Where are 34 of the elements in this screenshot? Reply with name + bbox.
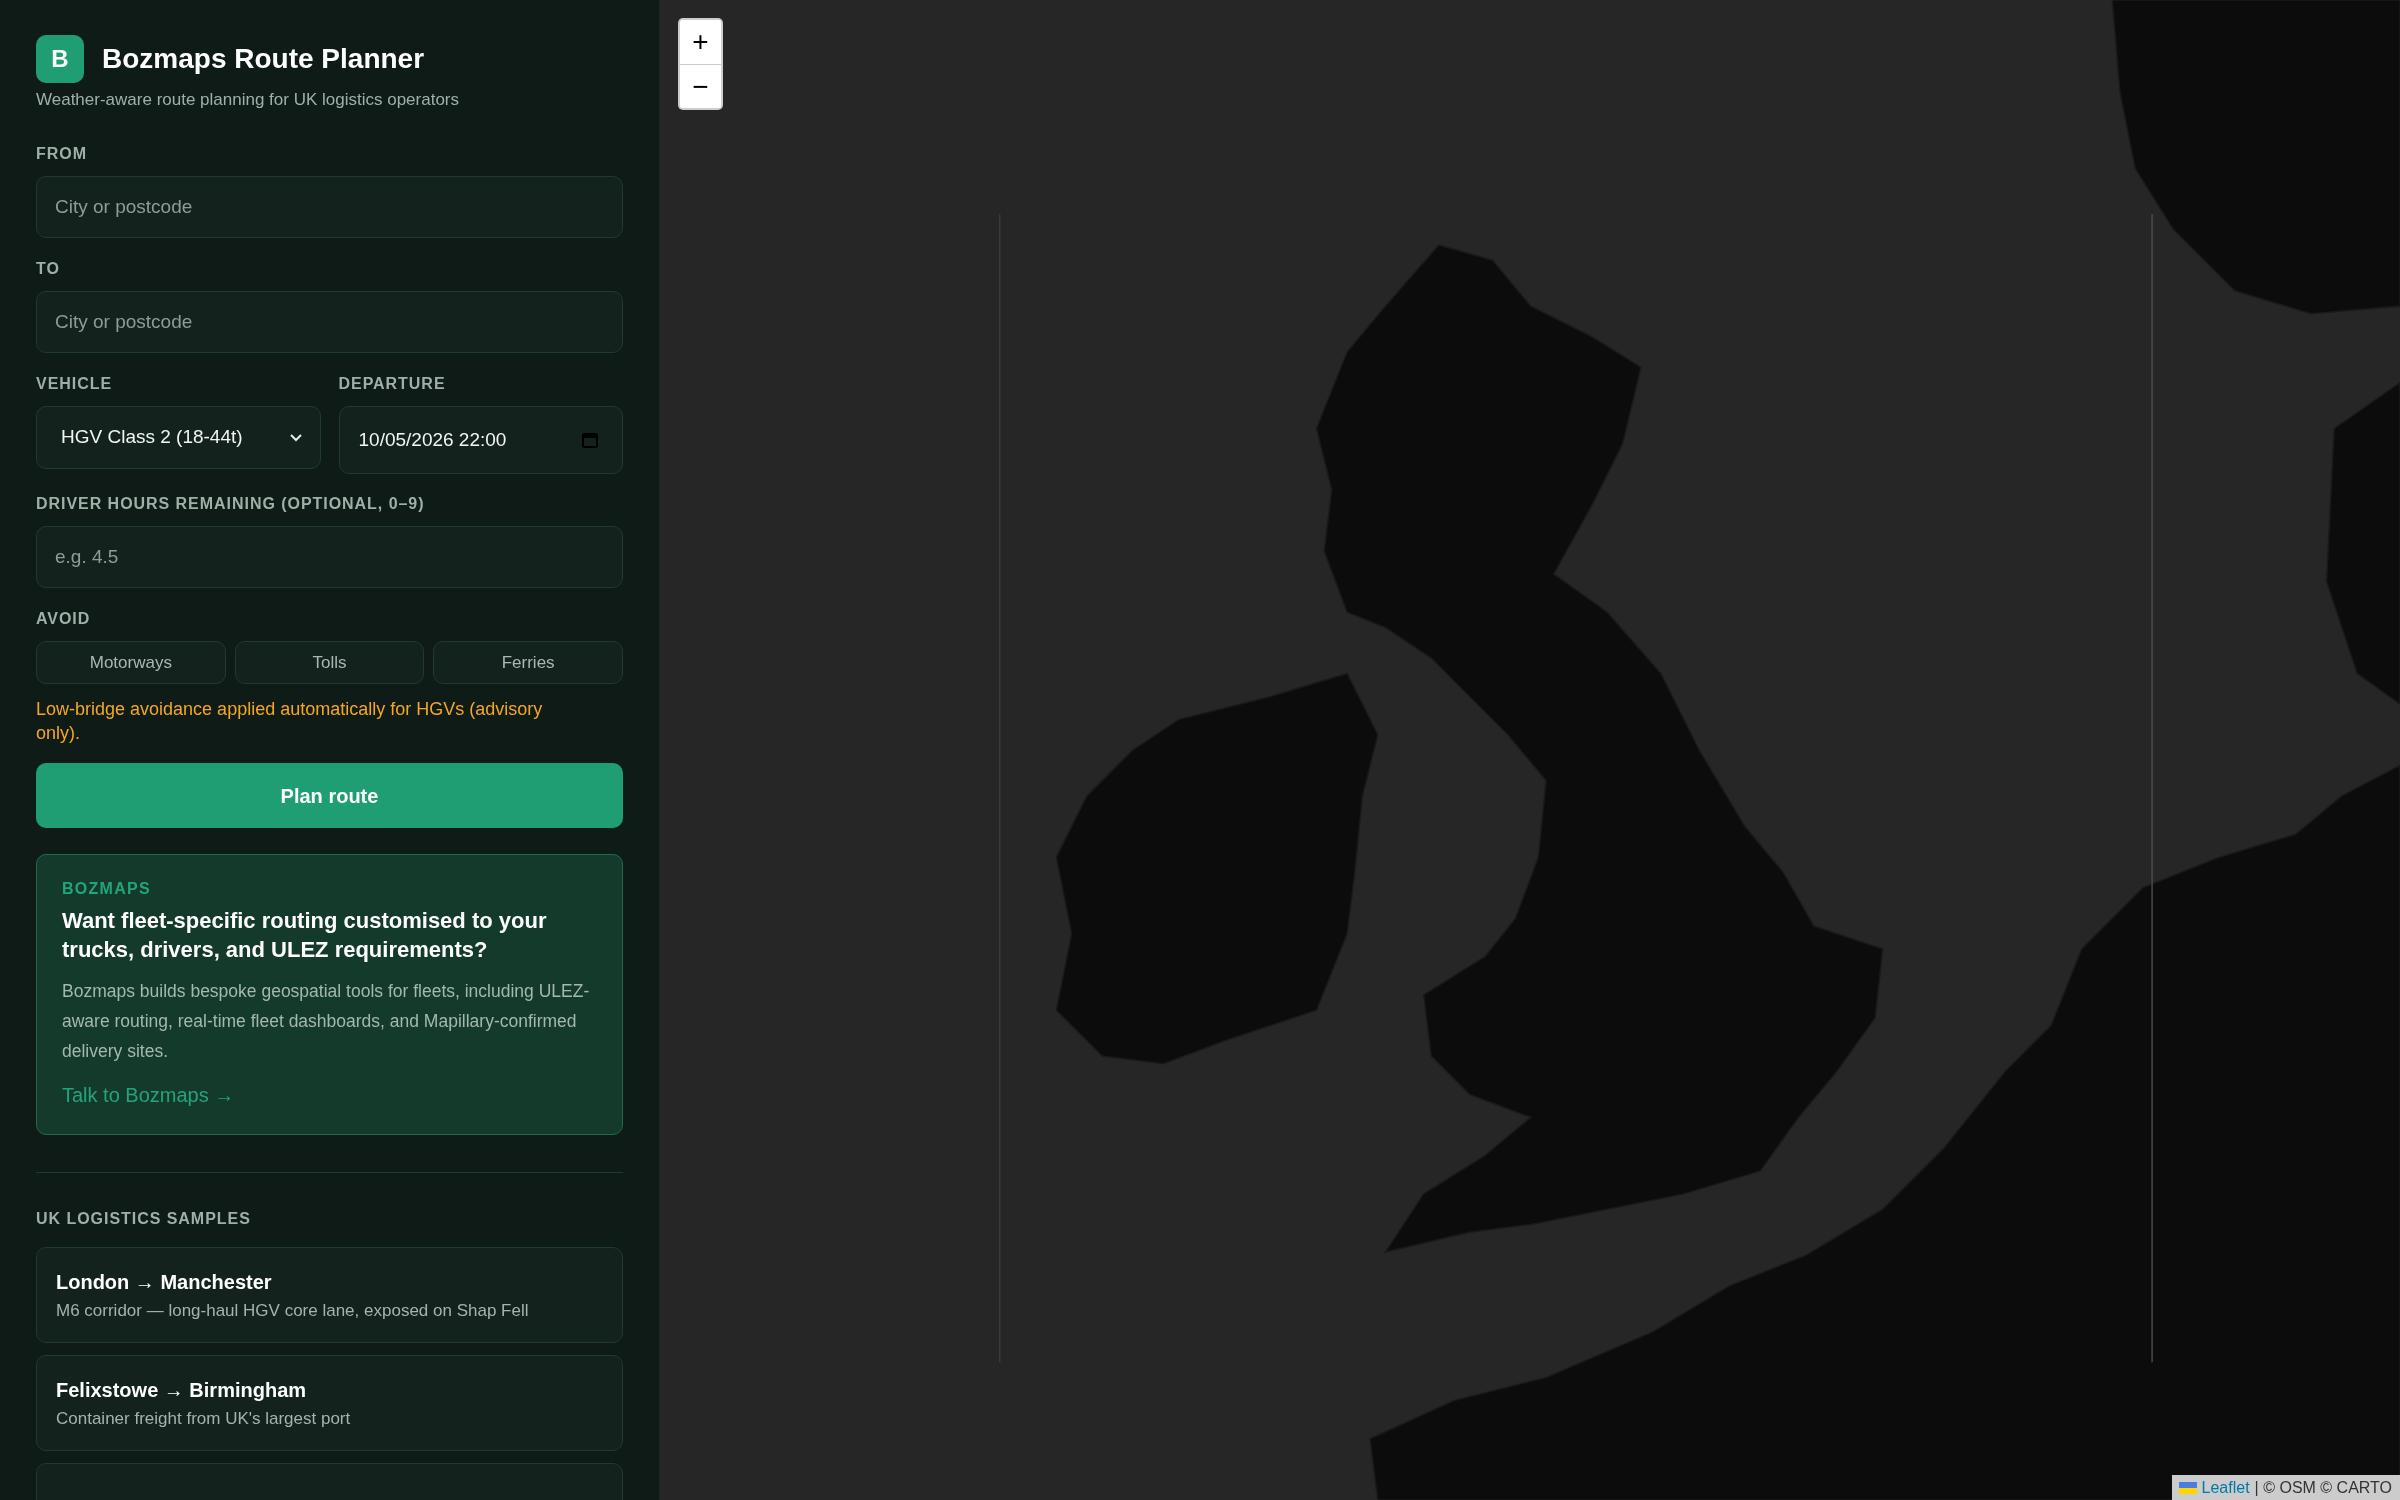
field-label: DRIVER HOURS REMAINING (OPTIONAL, 0–9) <box>36 494 426 514</box>
field-label: VEHICLE <box>36 374 114 394</box>
field-label: TO <box>36 259 61 279</box>
section-heading: UK LOGISTICS SAMPLES <box>36 1209 252 1229</box>
promo-eyebrow: BOZMAPS <box>62 879 152 899</box>
logo-mark: B <box>36 35 84 83</box>
sample-route-card[interactable]: Felixstowe → Birmingham Container freight from UK's largest port <box>36 1355 623 1451</box>
sample-route-description: M6 corridor — long-haul HGV core lane, exposed on Shap Fell <box>56 1300 530 1322</box>
from-field[interactable]: City or postcode <box>36 176 623 238</box>
flag-icon <box>2178 1481 2197 1494</box>
advisory-note: Low-bridge avoidance applied automatically for HGVs (advisory only). <box>36 698 544 745</box>
vehicle-select[interactable]: HGV Class 2 (18-44t) <box>36 406 321 469</box>
promo-body: Bozmaps builds bespoke geospatial tools for fleets, including ULEZ-aware routing, real-time fleet dashboards, and Mapillary-confirmed delivery sites. <box>62 980 591 1063</box>
sample-route-card[interactable]: London → Manchester M6 corridor — long-haul HGV core lane, exposed on Shap Fell <box>36 1247 623 1343</box>
avoid-toggle[interactable]: Tolls <box>234 641 425 684</box>
zoom-out-button[interactable]: − <box>680 64 721 108</box>
field-label: DEPARTURE <box>338 374 447 394</box>
promo-heading: Want fleet-specific routing customised to your trucks, drivers, and ULEZ requirements? <box>62 907 548 964</box>
to-field[interactable]: City or postcode <box>36 291 623 353</box>
field-label: FROM <box>36 144 88 164</box>
field-label: AVOID <box>36 609 92 629</box>
driver-hours-field[interactable]: e.g. 4.5 <box>36 526 623 588</box>
avoid-toggle[interactable]: Ferries <box>433 641 623 684</box>
sample-route-title: Felixstowe → Birmingham <box>56 1378 308 1403</box>
attribution-text: | © OSM © CARTO <box>2254 1477 2392 1498</box>
avoid-toggle[interactable]: Motorways <box>36 641 226 684</box>
chevron-down-icon <box>289 433 302 442</box>
app-title: Bozmaps Route Planner <box>102 42 425 76</box>
sample-route-title: London → Manchester <box>56 1270 273 1295</box>
app-subtitle: Weather-aware route planning for UK logistics operators <box>36 89 460 111</box>
departure-field[interactable]: 10/05/2026 22:00 <box>338 406 623 474</box>
sample-route-description: Container freight from UK's largest port <box>56 1408 352 1430</box>
talk-to-bozmaps-link[interactable]: Talk to Bozmaps → <box>62 1082 235 1108</box>
calendar-icon[interactable] <box>582 432 598 448</box>
